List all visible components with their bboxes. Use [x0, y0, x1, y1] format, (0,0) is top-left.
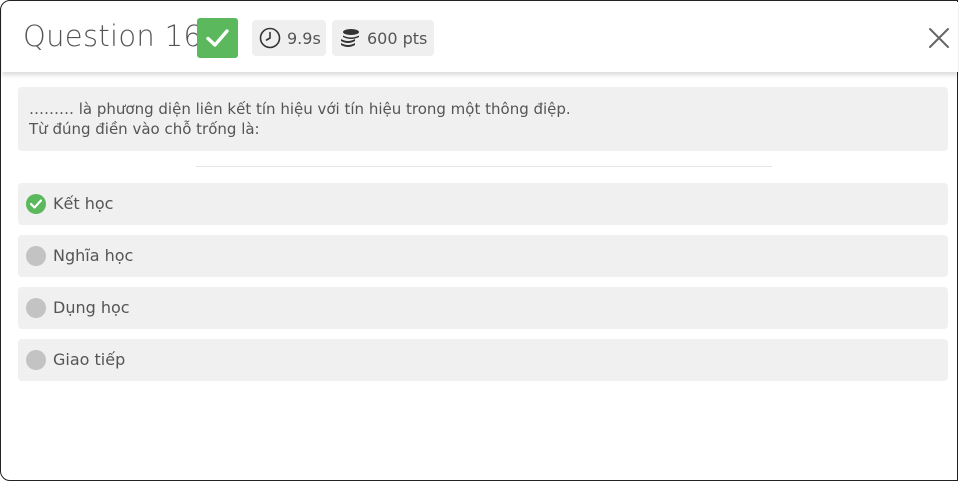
answer-label: Giao tiếp — [53, 350, 126, 369]
time-value: 9.9s — [287, 28, 321, 48]
answer-label: Dụng học — [53, 298, 130, 317]
answer-option-2[interactable]: Nghĩa học — [18, 235, 948, 277]
answer-label: Kết học — [53, 194, 114, 213]
radio-circle-icon — [26, 246, 46, 266]
question-title: Question 16 — [23, 19, 203, 53]
check-icon — [197, 18, 238, 58]
question-line-1: ……… là phương diện liên kết tín hiệu với… — [29, 100, 571, 118]
points-value: 600 pts — [367, 28, 428, 48]
radio-circle-icon — [26, 298, 46, 318]
question-header: Question 16 9.9s 600 pts — [2, 2, 958, 72]
correct-check-icon — [26, 194, 46, 214]
clock-icon — [259, 27, 281, 49]
close-icon[interactable] — [928, 27, 950, 49]
answer-option-1[interactable]: Kết học — [18, 183, 948, 225]
answer-option-4[interactable]: Giao tiếp — [18, 339, 948, 381]
coins-icon — [339, 27, 361, 49]
question-line-2: Từ đúng điền vào chỗ trống là: — [29, 120, 260, 138]
answer-option-3[interactable]: Dụng học — [18, 287, 948, 329]
divider — [196, 166, 772, 167]
answer-label: Nghĩa học — [53, 246, 134, 265]
question-text: ……… là phương diện liên kết tín hiệu với… — [18, 87, 948, 151]
radio-circle-icon — [26, 350, 46, 370]
time-pill: 9.9s — [252, 20, 326, 56]
quiz-dialog: Question 16 9.9s 600 pts ……… là phương d… — [0, 0, 958, 481]
points-pill: 600 pts — [332, 20, 434, 56]
